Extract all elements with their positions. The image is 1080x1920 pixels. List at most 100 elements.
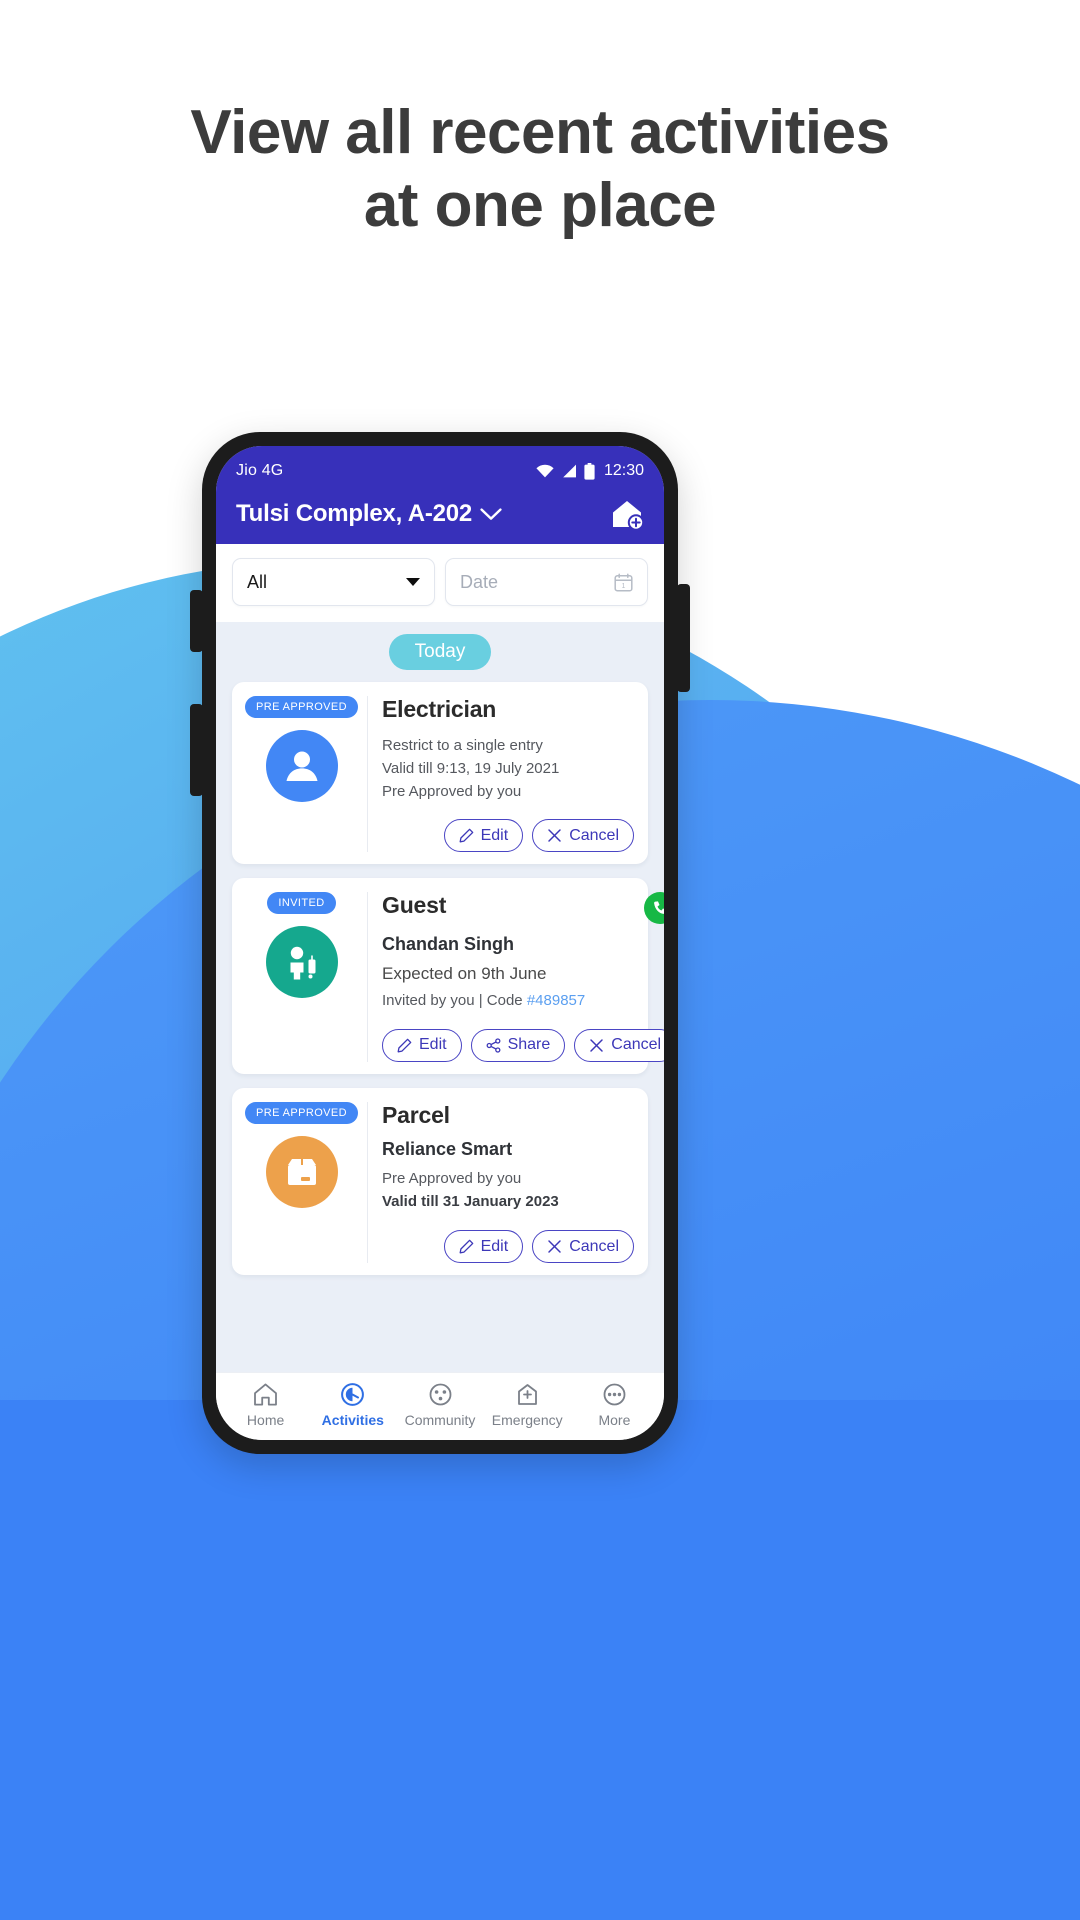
status-badge: PRE APPROVED [245,696,358,718]
card-left-column: PRE APPROVED [245,1101,368,1263]
card-actions: Edit Cancel [382,1230,634,1263]
cancel-button[interactable]: Cancel [532,819,634,853]
cancel-button-label: Cancel [569,826,619,844]
close-icon [590,1039,604,1052]
status-badge: INVITED [267,892,336,915]
card-line: Expected on 9th June [382,963,547,983]
nav-label-activities: Activities [321,1412,384,1428]
nav-item-emergency[interactable]: Emergency [484,1381,571,1428]
phone-button-right[interactable] [677,584,690,692]
emergency-icon [517,1384,537,1405]
card-title: Parcel [382,1101,450,1128]
card-line: Valid till 9:13, 19 July 2021 [382,759,560,777]
home-icon [254,1383,277,1406]
card-code-line: Invited by you | Code #489857 [382,990,664,1013]
calendar-icon: 1 [614,572,633,592]
card-right-column: Parcel Reliance Smart Pre Approved by yo… [368,1102,634,1263]
nav-item-more[interactable]: More [571,1381,658,1428]
type-filter-value: All [247,571,268,592]
svg-text:1: 1 [622,583,626,590]
share-button[interactable]: Share [470,1028,566,1062]
status-bar-right: 12:30 [536,462,644,480]
card-line: Restrict to a single entry [382,737,543,754]
header-title-row: Tulsi Complex, A-202 [236,498,644,530]
filter-row: All Date 1 [216,544,664,622]
card-subtitle: Reliance Smart [382,1138,513,1159]
edit-button[interactable]: Edit [443,1230,524,1263]
cancel-button[interactable]: Cancel [532,1230,634,1263]
headline-line-1: View all recent activities [190,98,890,167]
call-button[interactable] [644,892,664,925]
date-filter-input[interactable]: Date 1 [445,558,648,606]
avatar [265,1135,338,1208]
nav-item-community[interactable]: Community [396,1381,483,1428]
promo-headline: View all recent activities at one place [0,96,1080,242]
nav-label-home: Home [246,1412,285,1428]
address-selector[interactable]: Tulsi Complex, A-202 [236,500,502,528]
cancel-button-label: Cancel [569,1237,619,1255]
phone-icon [653,901,664,914]
phone-button-left-upper[interactable] [190,590,203,652]
card-code-prefix: Invited by you | Code [382,992,527,1010]
card-title-row: Guest [382,892,664,925]
card-line: Pre Approved by you [382,1170,522,1188]
card-right-column: Guest Chandan Singh Expected on 9th June… [368,892,664,1062]
share-icon [486,1038,501,1053]
card-actions: Edit Share Cancel [382,1028,664,1062]
activity-card[interactable]: PRE APPROVED Electrician Restrict to a s… [232,682,648,865]
page-title: Tulsi Complex, A-202 [236,500,473,527]
card-right-column: Electrician Restrict to a single entry V… [368,696,634,853]
card-left-column: INVITED [246,892,368,1062]
status-badge: PRE APPROVED [245,1101,358,1124]
activities-clock-icon [341,1383,365,1406]
activity-card[interactable]: PRE APPROVED Parcel Reliance Smart Pre A… [232,1087,648,1275]
date-filter-placeholder: Date [460,571,499,592]
status-bar: Jio 4G 12:30 [236,460,644,482]
share-button-label: Share [507,1036,551,1054]
nav-item-activities[interactable]: Activities [309,1381,396,1428]
avatar [265,926,338,999]
card-title: Electrician [382,696,497,722]
carrier-label: Jio 4G [236,462,284,479]
home-add-icon[interactable] [610,498,644,530]
edit-button[interactable]: Edit [382,1028,462,1062]
card-left-column: PRE APPROVED [245,696,368,853]
pencil-icon [397,1038,412,1053]
bottom-navigation: Home Activities Community Emergency More [216,1372,664,1440]
edit-button-label: Edit [480,826,509,844]
more-dots-icon [603,1383,626,1406]
day-separator: Today [216,622,664,682]
nav-label-more: More [598,1412,631,1428]
invite-code[interactable]: #489857 [527,992,585,1009]
phone-frame: Jio 4G 12:30 Tulsi Complex, A-202 All Da… [190,432,690,1454]
close-icon [548,1240,561,1253]
nav-item-home[interactable]: Home [222,1381,309,1428]
cancel-button-label: Cancel [611,1036,662,1054]
activity-card[interactable]: INVITED Guest Chandan Singh Expected on … [232,878,664,1074]
caret-down-icon [406,578,420,586]
avatar [265,730,338,802]
wifi-icon [536,464,554,478]
type-filter-select[interactable]: All [232,558,435,606]
nav-label-community: Community [404,1412,476,1428]
card-title-row: Parcel [382,1102,634,1129]
edit-button[interactable]: Edit [443,819,524,853]
app-header: Jio 4G 12:30 Tulsi Complex, A-202 [216,446,664,544]
activities-list[interactable]: Today PRE APPROVED Electrician Restrict … [216,622,664,1372]
battery-icon [584,462,595,480]
signal-icon [563,464,576,478]
phone-button-left-lower[interactable] [190,704,203,796]
edit-button-label: Edit [419,1036,447,1054]
card-subtitle: Chandan Singh [382,934,514,955]
chevron-down-icon [480,507,502,520]
cancel-button[interactable]: Cancel [574,1028,664,1062]
phone-screen: Jio 4G 12:30 Tulsi Complex, A-202 All Da… [216,446,664,1440]
community-icon [429,1383,451,1406]
guest-luggage-icon [290,947,315,980]
pencil-icon [459,829,473,843]
clock-label: 12:30 [603,462,644,479]
parcel-box-icon [287,1158,316,1185]
pencil-icon [459,1239,473,1254]
card-line: Pre Approved by you [382,782,522,800]
background-bottom-band [0,1400,1080,1920]
